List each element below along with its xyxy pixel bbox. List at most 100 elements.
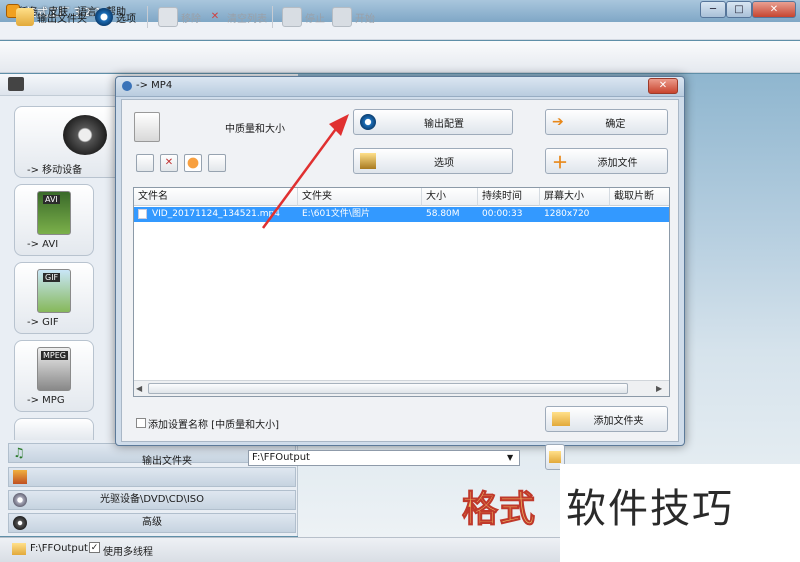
column-header[interactable]: 屏幕大小 bbox=[540, 188, 610, 206]
video-file-icon bbox=[138, 209, 147, 219]
dialog-title: -> MP4 bbox=[136, 80, 173, 91]
output-folder-value: F:\FFOutput bbox=[252, 452, 310, 463]
plus-icon: ＋ bbox=[552, 153, 569, 172]
film-icon bbox=[8, 77, 24, 91]
dialog-close-button[interactable]: ✕ bbox=[648, 78, 678, 94]
add-folder-label: 添加文件夹 bbox=[593, 415, 644, 427]
multithread-checkbox[interactable]: ✓ bbox=[89, 542, 100, 553]
minimize-button[interactable]: ─ bbox=[700, 1, 726, 18]
card-label: -> MPG bbox=[27, 395, 65, 406]
chevron-down-icon: ▼ bbox=[507, 453, 514, 462]
add-folder-button[interactable]: 添加文件夹 bbox=[545, 406, 668, 432]
output-folder-button[interactable]: 输出文件夹 bbox=[16, 6, 87, 28]
card-avi[interactable]: AVI -> AVI bbox=[14, 184, 94, 256]
output-folder-select[interactable]: F:\FFOutput ▼ bbox=[248, 450, 520, 466]
dialog-title-bar: -> MP4 ✕ bbox=[116, 77, 684, 97]
cell-resolution: 1280x720 bbox=[544, 209, 590, 219]
play-icon[interactable] bbox=[184, 154, 202, 172]
multithread-label: 使用多线程 bbox=[103, 547, 153, 558]
ok-button[interactable]: ➔ 确定 bbox=[545, 109, 668, 135]
dialog-options-button[interactable]: 选项 bbox=[353, 148, 513, 174]
file-remove-icon[interactable]: ✕ bbox=[160, 154, 178, 172]
start-icon bbox=[332, 7, 352, 27]
cell-size: 58.80M bbox=[426, 209, 460, 219]
gear-icon bbox=[95, 8, 113, 26]
table-row[interactable]: VID_20171124_134521.mp4 E:\601文件\图片 58.8… bbox=[134, 207, 669, 222]
picture-icon bbox=[13, 470, 27, 484]
output-folder-label: 输出文件夹 bbox=[142, 456, 192, 467]
folder-icon bbox=[16, 8, 34, 26]
music-note-icon: ♫ bbox=[13, 446, 25, 461]
folder-add-icon bbox=[552, 412, 570, 426]
watermark-text: 软件技巧 bbox=[566, 486, 734, 532]
mp4-file-icon bbox=[134, 112, 160, 142]
options-label: 选项 bbox=[116, 13, 136, 25]
column-header[interactable]: 大小 bbox=[422, 188, 478, 206]
scroll-right-icon[interactable]: ▶ bbox=[656, 384, 662, 393]
info-icon[interactable] bbox=[208, 154, 226, 172]
format-tag: GIF bbox=[43, 273, 61, 282]
options-button[interactable]: 选项 bbox=[95, 6, 136, 28]
category-label: 高级 bbox=[142, 517, 162, 528]
clear-list-label: 清空列表 bbox=[227, 13, 267, 25]
remove-label: 移除 bbox=[181, 13, 201, 25]
ok-label: 确定 bbox=[605, 118, 626, 130]
arrow-right-icon: ➔ bbox=[552, 114, 564, 130]
stop-label: 停止 bbox=[305, 13, 325, 25]
column-header[interactable]: 截取片断 bbox=[610, 188, 669, 206]
card-label: -> GIF bbox=[27, 317, 59, 328]
column-header[interactable]: 持续时间 bbox=[478, 188, 540, 206]
card-gif[interactable]: GIF -> GIF bbox=[14, 262, 94, 334]
cell-duration: 00:00:33 bbox=[482, 209, 523, 219]
horizontal-scrollbar[interactable]: ◀ ▶ bbox=[134, 380, 669, 396]
advanced-category[interactable]: 高级 bbox=[8, 513, 296, 533]
scroll-thumb[interactable] bbox=[148, 383, 628, 394]
add-file-button[interactable]: ＋ 添加文件 bbox=[545, 148, 668, 174]
annotation-arrow bbox=[261, 114, 349, 229]
card-label: -> AVI bbox=[27, 239, 59, 250]
convert-dialog: -> MP4 ✕ 中质量和大小 ✕ 输出配置 选项 ➔ 确定 ＋ 添加文件 文件… bbox=[115, 76, 685, 446]
rom-device-category[interactable]: 光驱设备\DVD\CD\ISO bbox=[8, 490, 296, 510]
output-folder-label: 输出文件夹 bbox=[37, 13, 87, 25]
clear-list-button[interactable]: ✕ 清空列表 bbox=[206, 6, 267, 28]
output-config-button[interactable]: 输出配置 bbox=[353, 109, 513, 135]
film-reel-icon bbox=[63, 115, 107, 155]
close-button[interactable]: ✕ bbox=[752, 1, 796, 18]
format-tag: MPEG bbox=[41, 351, 68, 360]
card-label: -> 移动设备 bbox=[27, 165, 83, 176]
toolbar-divider bbox=[147, 6, 148, 28]
picture-category[interactable] bbox=[8, 467, 296, 487]
disc-icon bbox=[13, 493, 27, 507]
card-partial[interactable] bbox=[14, 418, 94, 440]
film-settings-icon bbox=[360, 153, 376, 169]
add-file-label: 添加文件 bbox=[597, 157, 638, 169]
toolbar-divider bbox=[272, 6, 273, 28]
output-config-label: 输出配置 bbox=[424, 118, 464, 130]
format-tag: AVI bbox=[43, 195, 60, 204]
remove-icon bbox=[158, 7, 178, 27]
scroll-left-icon[interactable]: ◀ bbox=[136, 384, 142, 393]
start-label: 开始 bbox=[355, 13, 375, 25]
gear-icon bbox=[360, 114, 376, 130]
dialog-options-label: 选项 bbox=[434, 157, 454, 169]
card-mobile-device[interactable]: -> 移动设备 bbox=[14, 106, 124, 178]
start-button[interactable]: 开始 bbox=[332, 6, 375, 28]
file-table: 文件名 文件夹 大小 持续时间 屏幕大小 截取片断 VID_20171124_1… bbox=[133, 187, 670, 397]
watermark-logo: 格式 bbox=[461, 489, 537, 531]
status-output-path[interactable]: F:\FFOutput bbox=[30, 543, 88, 554]
folder-icon bbox=[12, 543, 26, 555]
maximize-button[interactable]: □ bbox=[726, 1, 752, 18]
advanced-icon bbox=[13, 516, 27, 530]
stop-button[interactable]: 停止 bbox=[282, 6, 325, 28]
toolbar bbox=[0, 41, 800, 73]
add-setting-checkbox[interactable] bbox=[136, 418, 146, 428]
file-add-icon[interactable] bbox=[136, 154, 154, 172]
remove-button[interactable]: 移除 bbox=[158, 6, 201, 28]
dialog-body: 中质量和大小 ✕ 输出配置 选项 ➔ 确定 ＋ 添加文件 文件名 文件夹 大小 … bbox=[121, 99, 679, 442]
stop-icon bbox=[282, 7, 302, 27]
folder-icon bbox=[549, 451, 561, 463]
card-mpg[interactable]: MPEG -> MPG bbox=[14, 340, 94, 412]
category-label: 光驱设备\DVD\CD\ISO bbox=[99, 494, 205, 505]
gear-icon bbox=[122, 81, 132, 91]
clear-icon: ✕ bbox=[210, 11, 220, 22]
